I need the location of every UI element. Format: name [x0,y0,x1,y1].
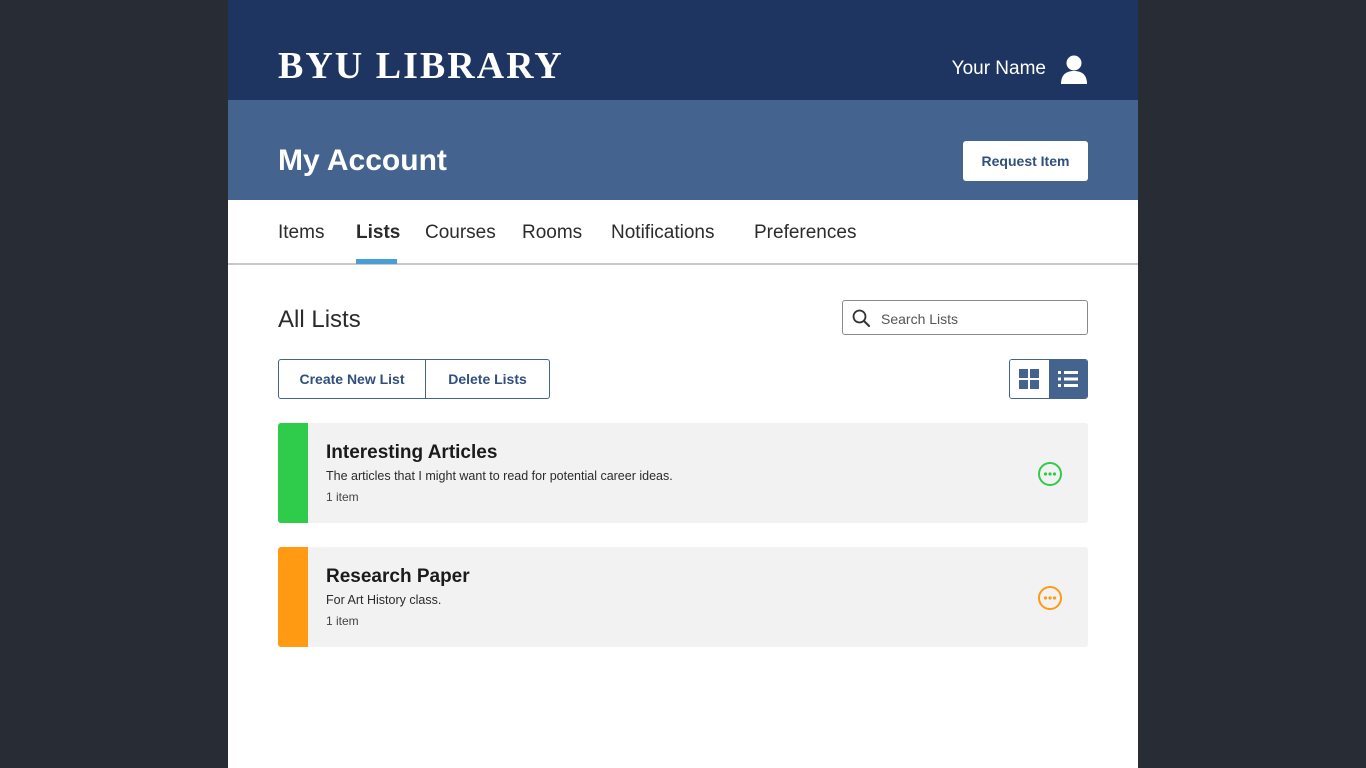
page-title: My Account [278,144,447,177]
tab-rooms[interactable]: Rooms [522,220,582,246]
list-title: Research Paper [326,566,470,587]
tab-notifications[interactable]: Notifications [611,220,715,246]
tab-lists[interactable]: Lists [356,220,400,246]
list-view-button[interactable] [1048,360,1087,398]
list-color-stripe [278,547,308,647]
list-title: Interesting Articles [326,442,498,463]
delete-lists-button[interactable]: Delete Lists [426,359,550,399]
tab-courses[interactable]: Courses [425,220,496,246]
tab-items[interactable]: Items [278,220,324,246]
view-toggle [1009,359,1088,399]
list-color-stripe [278,423,308,523]
user-name: Your Name [951,58,1046,79]
search-input[interactable] [879,305,1083,332]
user-icon [1061,55,1087,84]
grid-icon [1019,369,1040,389]
list-card[interactable]: Research Paper For Art History class. 1 … [278,547,1088,647]
user-menu[interactable]: Your Name [952,52,1088,86]
more-options-icon[interactable] [1037,585,1063,611]
section-heading: All Lists [278,306,361,333]
search-box [842,300,1088,335]
account-tabs: Items Lists Courses Rooms Notifications … [228,200,1138,265]
grid-view-button[interactable] [1010,360,1049,398]
list-actions: Create New List Delete Lists [278,359,550,399]
search-icon [852,309,870,327]
account-bar: My Account Request Item [228,100,1138,200]
list-item-count: 1 item [326,490,359,504]
create-new-list-button[interactable]: Create New List [278,359,426,399]
page-container: BYU LIBRARY Your Name My Account Request… [228,0,1138,768]
list-card[interactable]: Interesting Articles The articles that I… [278,423,1088,523]
list-description: For Art History class. [326,593,442,607]
tab-preferences[interactable]: Preferences [754,220,856,246]
active-tab-indicator [356,259,397,264]
request-item-button[interactable]: Request Item [963,141,1088,181]
library-logo[interactable]: BYU LIBRARY [278,44,564,88]
top-bar: BYU LIBRARY Your Name [228,0,1138,100]
list-item-count: 1 item [326,614,359,628]
list-icon [1057,371,1078,387]
list-description: The articles that I might want to read f… [326,469,673,483]
more-options-icon[interactable] [1037,461,1063,487]
